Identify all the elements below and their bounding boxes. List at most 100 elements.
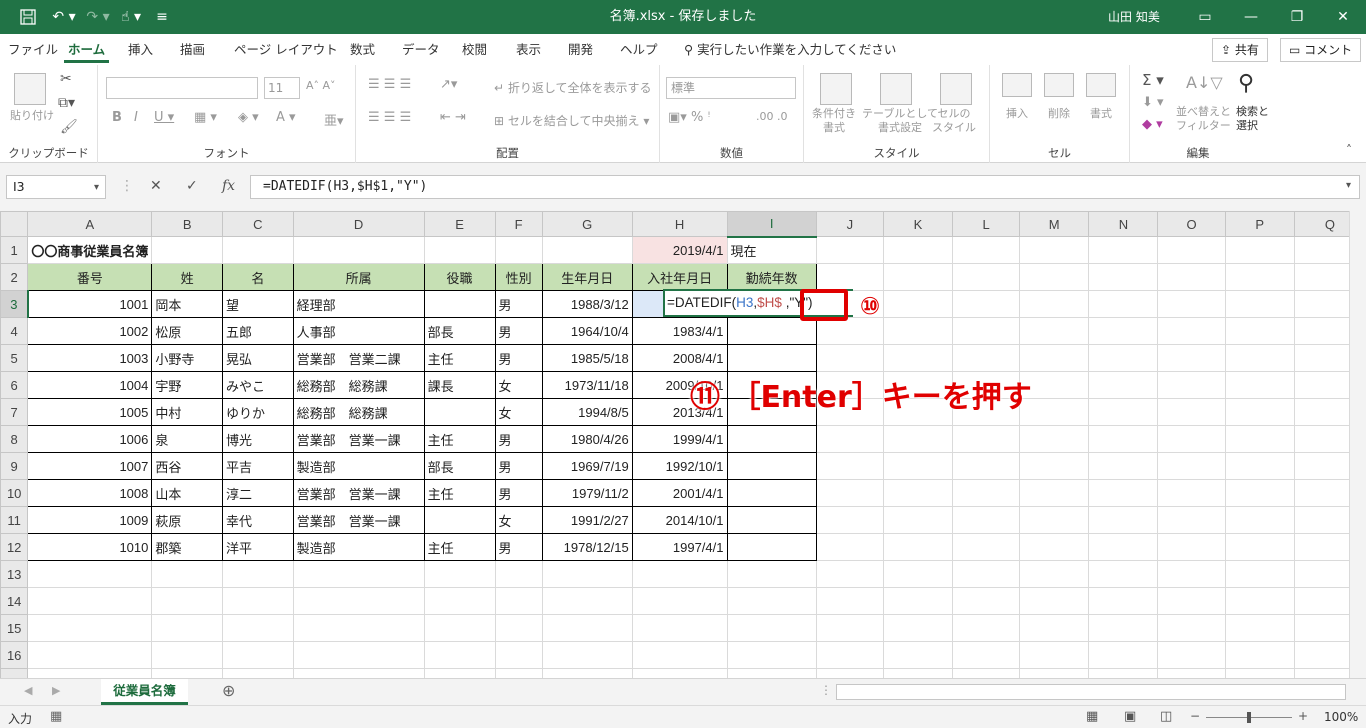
row-header[interactable]: 1 [0, 236, 29, 264]
cell[interactable]: 男 [494, 290, 543, 318]
cell[interactable]: 名 [222, 263, 294, 291]
cell[interactable]: 1009 [27, 506, 153, 534]
format-as-table-label[interactable]: テーブルとして 書式設定 [862, 107, 938, 135]
cell[interactable] [494, 641, 543, 669]
cell[interactable] [1224, 290, 1295, 318]
vertical-scrollbar[interactable] [1349, 211, 1366, 678]
macro-record-icon[interactable]: ▦ [50, 709, 62, 724]
cell-style-icon[interactable] [940, 73, 972, 105]
wrap-text-button[interactable]: ↵ 折り返して全体を表示する [494, 79, 652, 96]
cell[interactable] [292, 587, 425, 615]
column-header[interactable]: D [292, 211, 425, 237]
namebox-dropdown-icon[interactable]: ▾ [94, 182, 99, 193]
insert-label[interactable]: 挿入 [1006, 105, 1028, 121]
cell[interactable] [1224, 614, 1295, 642]
cell[interactable]: 女 [494, 506, 543, 534]
cell[interactable]: 西谷 [151, 452, 224, 480]
cell[interactable] [1157, 560, 1226, 588]
cell[interactable] [952, 344, 1021, 372]
normal-view-icon[interactable]: ▦ [1086, 709, 1098, 724]
cell[interactable] [1088, 587, 1159, 615]
cell[interactable] [952, 425, 1021, 453]
tab-formulas[interactable]: 数式 [350, 34, 375, 65]
cell[interactable] [1088, 533, 1159, 561]
cell[interactable] [27, 587, 153, 615]
cell[interactable] [1157, 317, 1226, 345]
cell[interactable] [541, 587, 633, 615]
insert-function-icon[interactable]: fx [222, 178, 235, 194]
cell[interactable]: みやこ [222, 371, 294, 399]
sheet-tab[interactable]: 従業員名簿 [101, 679, 188, 705]
row-header[interactable]: 11 [0, 506, 29, 534]
cell[interactable]: 1983/4/1 [631, 317, 728, 345]
cell[interactable] [726, 560, 817, 588]
zoom-in-icon[interactable]: + [1298, 709, 1308, 723]
column-header[interactable]: M [1019, 211, 1090, 237]
format-as-table-icon[interactable] [880, 73, 912, 105]
cell[interactable] [952, 560, 1021, 588]
cell[interactable]: 1008 [27, 479, 153, 507]
column-header[interactable]: L [952, 211, 1021, 237]
cell[interactable] [1088, 344, 1159, 372]
cell[interactable] [1224, 560, 1295, 588]
phonetic-icon[interactable]: 亜▾ [324, 110, 344, 129]
cell[interactable] [631, 641, 728, 669]
cell[interactable] [952, 587, 1021, 615]
cell[interactable] [494, 668, 543, 678]
cell[interactable]: 郡築 [151, 533, 224, 561]
cell[interactable] [423, 506, 496, 534]
cell[interactable]: 入社年月日 [631, 263, 728, 291]
cell[interactable] [815, 533, 884, 561]
cell[interactable]: 博光 [222, 425, 294, 453]
cell[interactable]: 主任 [423, 425, 496, 453]
cell[interactable] [882, 344, 954, 372]
cell[interactable] [1019, 560, 1090, 588]
format-painter-icon[interactable]: 🖌 [60, 119, 78, 135]
cell[interactable] [1157, 587, 1226, 615]
cell[interactable] [815, 668, 884, 678]
underline-icon[interactable]: U ▾ [154, 110, 174, 125]
row-header[interactable]: 17 [0, 668, 29, 678]
cell[interactable] [882, 641, 954, 669]
column-header[interactable]: I [726, 211, 817, 238]
tab-file[interactable]: ファイル [8, 34, 58, 65]
column-header[interactable]: A [27, 211, 153, 237]
cell[interactable]: 1004 [27, 371, 153, 399]
cell[interactable] [1088, 452, 1159, 480]
cell[interactable]: 2001/4/1 [631, 479, 728, 507]
font-size-select[interactable]: 11 [264, 77, 300, 99]
cell[interactable]: 勤続年数 [726, 263, 817, 291]
indent-icon[interactable]: ⇤ ⇥ [440, 110, 466, 125]
cell[interactable] [423, 587, 496, 615]
cell[interactable] [1157, 506, 1226, 534]
cell[interactable] [423, 290, 496, 318]
cell[interactable] [151, 560, 224, 588]
cell[interactable] [494, 560, 543, 588]
tab-data[interactable]: データ [402, 34, 440, 65]
cell[interactable] [1088, 560, 1159, 588]
delete-cells-icon[interactable] [1044, 73, 1074, 97]
cell[interactable]: 〇〇商事従業員名簿 [27, 236, 153, 264]
grow-font-icon[interactable]: A˄ A˅ [306, 79, 336, 92]
cell[interactable] [541, 614, 633, 642]
cell[interactable] [1157, 344, 1226, 372]
cell[interactable] [726, 533, 817, 561]
cell[interactable] [494, 236, 543, 264]
cell[interactable] [1019, 317, 1090, 345]
cell[interactable] [882, 533, 954, 561]
cell[interactable] [27, 614, 153, 642]
column-header[interactable]: P [1224, 211, 1295, 237]
cell[interactable] [151, 587, 224, 615]
cell[interactable]: 平吉 [222, 452, 294, 480]
cell[interactable] [222, 668, 294, 678]
cell[interactable] [541, 641, 633, 669]
cell[interactable] [952, 641, 1021, 669]
find-select-icon[interactable]: ⚲ [1238, 71, 1254, 96]
cell[interactable] [1019, 263, 1090, 291]
column-header[interactable]: G [541, 211, 633, 237]
cell[interactable] [222, 614, 294, 642]
cell[interactable] [1224, 587, 1295, 615]
cell[interactable]: 1969/7/19 [541, 452, 633, 480]
cell[interactable] [952, 317, 1021, 345]
column-header[interactable]: E [423, 211, 496, 237]
